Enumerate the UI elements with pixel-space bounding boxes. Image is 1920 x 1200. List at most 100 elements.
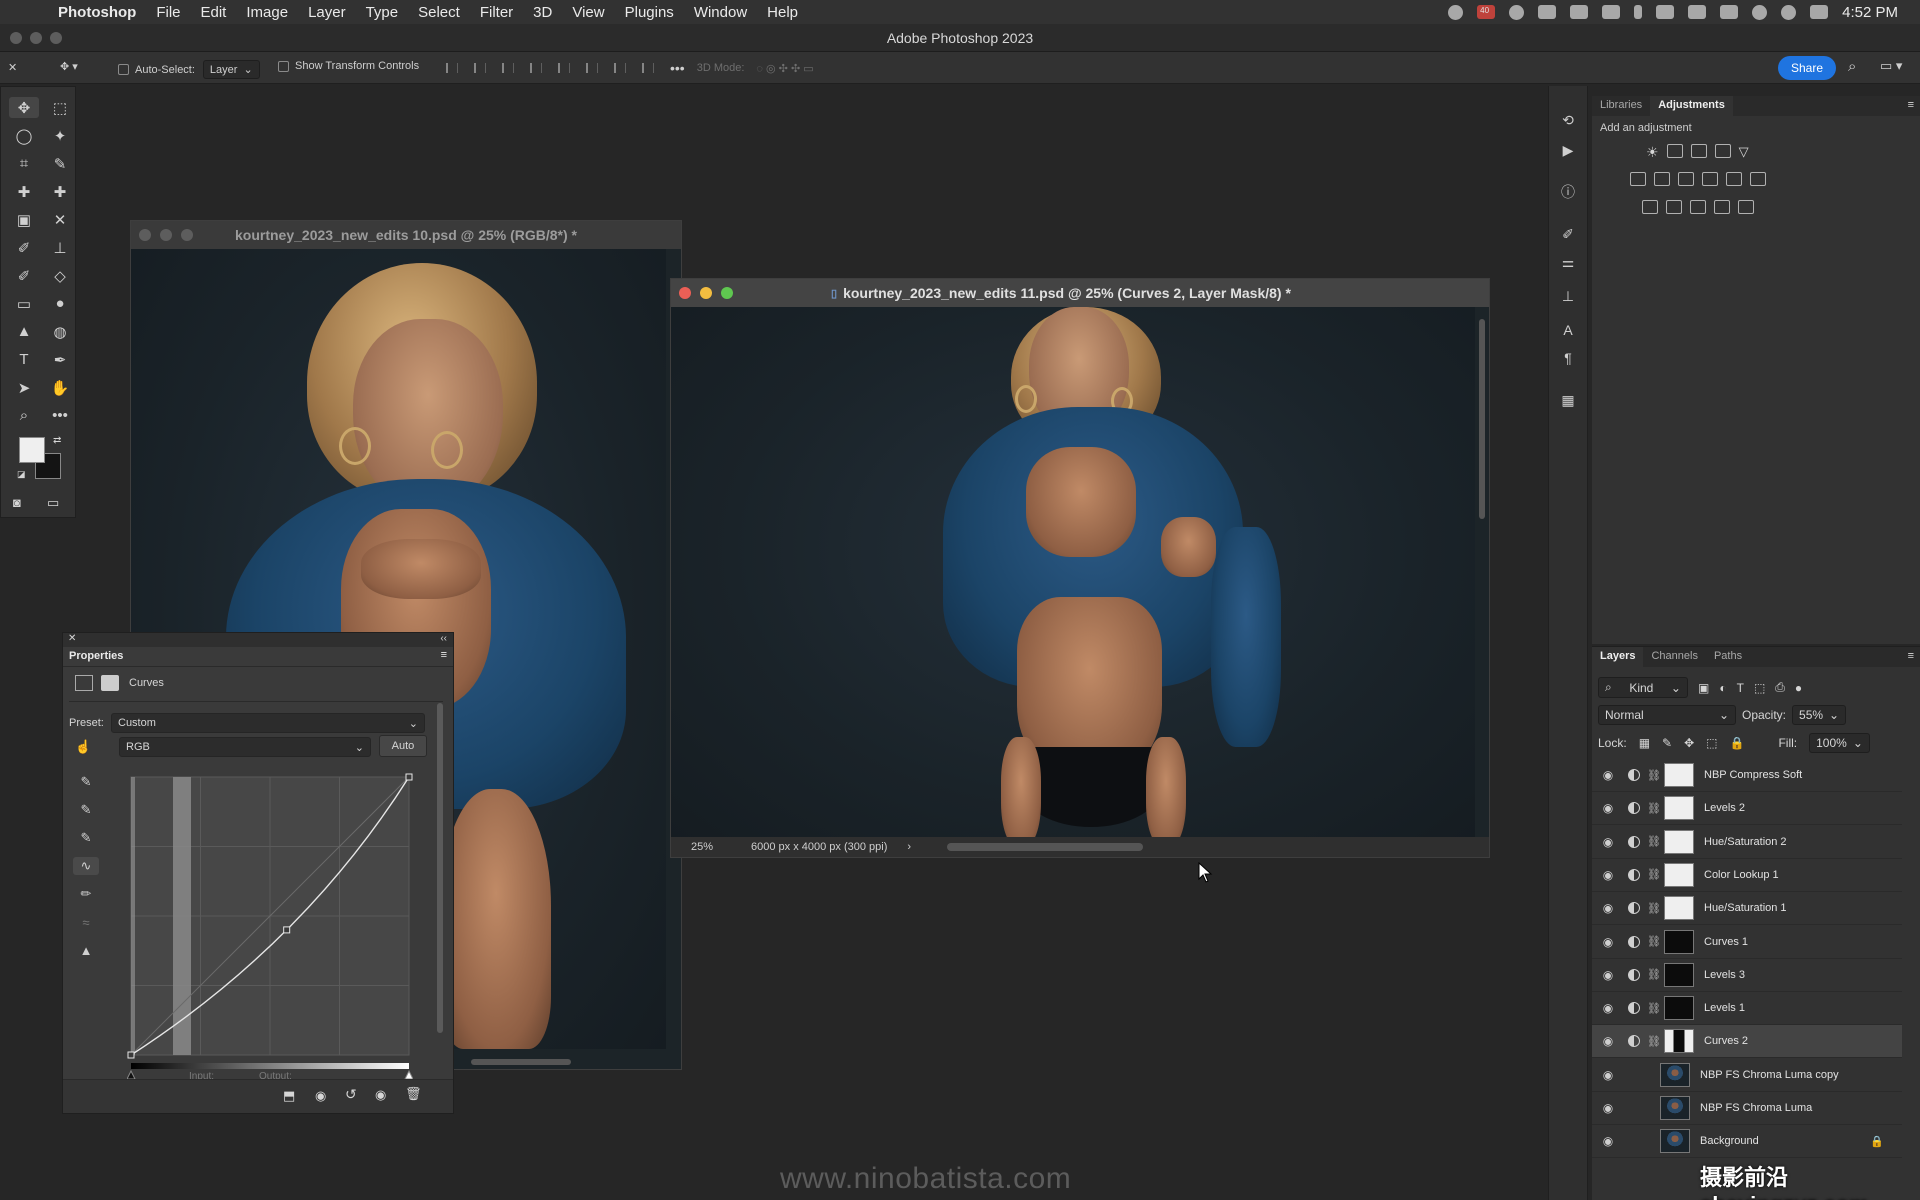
align-top-icon[interactable] <box>558 63 570 73</box>
doc1-close-button[interactable] <box>139 229 151 241</box>
tab-channels[interactable]: Channels <box>1643 647 1705 667</box>
brightness-contrast-icon[interactable]: ☀ <box>1646 144 1659 161</box>
eraser-tool-icon[interactable]: ◇ <box>45 265 75 286</box>
path-select-icon[interactable]: ➤ <box>9 377 39 398</box>
filter-pixel-icon[interactable]: ▣ <box>1698 681 1709 695</box>
visibility-eye-icon[interactable]: ◉ <box>1592 1034 1624 1048</box>
lock-transparent-icon[interactable]: ▦ <box>1639 736 1650 750</box>
pen-tool-icon[interactable]: ✒ <box>45 349 75 370</box>
properties-scrollbar[interactable] <box>437 703 443 1033</box>
filter-smart-object-icon[interactable]: ⎙ <box>1775 680 1785 695</box>
learn-icon[interactable]: ▦ <box>1555 390 1581 410</box>
layer-row[interactable]: ◉ ⛓ NBP Compress Soft <box>1592 759 1902 792</box>
visibility-eye-icon[interactable]: ◉ <box>1592 868 1624 882</box>
view-previous-state-icon[interactable]: ◉ <box>315 1088 326 1104</box>
kind-filter-dropdown[interactable]: ⌕ Kind ⌄ <box>1598 677 1688 698</box>
brush-settings-icon[interactable]: ✐ <box>1555 224 1581 244</box>
clip-to-layer-icon[interactable]: ⬒ <box>283 1088 295 1104</box>
info-icon[interactable]: ⓘ <box>1555 182 1581 202</box>
link-chain-icon[interactable]: ⛓ <box>1644 868 1664 881</box>
link-chain-icon[interactable]: ⛓ <box>1644 1035 1664 1048</box>
black-point-eyedropper-icon[interactable]: ✎ <box>73 773 99 791</box>
layer-name[interactable]: NBP Compress Soft <box>1704 769 1802 781</box>
vibrance-icon[interactable]: ▽ <box>1739 144 1749 161</box>
distribute-icon[interactable] <box>530 63 542 73</box>
layer-row[interactable]: ◉ Background 🔒 <box>1592 1125 1902 1159</box>
gray-point-eyedropper-icon[interactable]: ✎ <box>73 801 99 819</box>
keyboard-icon[interactable] <box>1656 5 1675 19</box>
curves-adjustment-icon[interactable] <box>75 675 93 691</box>
layer-mask-thumbnail[interactable] <box>1664 829 1694 854</box>
frame-tool-icon[interactable]: ▣ <box>9 209 39 230</box>
curves-graph[interactable] <box>127 773 413 1079</box>
link-chain-icon[interactable]: ⛓ <box>1644 1002 1664 1015</box>
content-aware-move-icon[interactable]: ✕ <box>45 209 75 230</box>
actions-play-icon[interactable]: ▶ <box>1555 140 1581 160</box>
preset-dropdown[interactable]: Custom ⌄ <box>111 713 425 733</box>
menu-image[interactable]: Image <box>236 4 298 21</box>
auto-button[interactable]: Auto <box>379 735 427 757</box>
menu-type[interactable]: Type <box>356 4 409 21</box>
menu-3d[interactable]: 3D <box>523 4 562 21</box>
layer-row[interactable]: ◉ ⛓ Curves 2 <box>1592 1025 1902 1059</box>
close-window-button[interactable] <box>10 32 22 44</box>
curve-points-icon[interactable]: ∿ <box>73 857 99 875</box>
align-left-icon[interactable] <box>446 63 458 73</box>
auto-select-checkbox[interactable] <box>118 64 129 75</box>
doc2-zoom-button[interactable] <box>721 287 733 299</box>
panel-menu-icon[interactable]: ≡ <box>1902 96 1920 116</box>
color-balance-icon[interactable] <box>1654 172 1670 186</box>
user-icon[interactable] <box>1752 4 1768 20</box>
move-tool-icon[interactable]: ✥ <box>9 97 39 118</box>
opacity-input[interactable]: 55% ⌄ <box>1792 705 1847 725</box>
document-2-vscrollbar[interactable] <box>1479 319 1485 519</box>
hue-saturation-icon[interactable] <box>1630 172 1646 186</box>
share-button[interactable]: Share <box>1778 56 1836 80</box>
swap-colors-icon[interactable]: ⇄ <box>53 435 61 446</box>
panel-menu-icon[interactable]: ≡ <box>441 649 447 661</box>
menu-window[interactable]: Window <box>684 4 757 21</box>
visibility-eye-icon[interactable]: ◉ <box>1592 768 1624 782</box>
control-center-icon[interactable] <box>1810 5 1829 19</box>
clone-source-icon[interactable]: ⊥ <box>1555 286 1581 306</box>
menu-edit[interactable]: Edit <box>191 4 237 21</box>
auto-select-dropdown[interactable]: Layer ⌄ <box>202 60 260 79</box>
menu-select[interactable]: Select <box>408 4 470 21</box>
foreground-color-swatch[interactable] <box>19 437 45 463</box>
distribute-vertical-icon[interactable] <box>642 63 654 73</box>
document-2-canvas[interactable] <box>671 307 1475 843</box>
move-tool-preset-icon[interactable]: ✥ ▾ <box>60 60 78 73</box>
more-options-icon[interactable]: ••• <box>670 60 685 76</box>
layer-name[interactable]: Hue/Saturation 2 <box>1704 836 1787 848</box>
type-tool-icon[interactable]: T <box>9 349 39 370</box>
link-chain-icon[interactable]: ⛓ <box>1644 769 1664 782</box>
layer-mask-thumbnail[interactable] <box>1664 763 1694 787</box>
posterize-icon[interactable] <box>1666 200 1682 214</box>
zoom-level[interactable]: 25% <box>691 841 741 853</box>
visibility-icon[interactable]: ◉ <box>375 1087 386 1103</box>
layer-row[interactable]: ◉ ⛓ Hue/Saturation 2 <box>1592 826 1902 859</box>
layer-row[interactable]: ◉ ⛓ Color Lookup 1 <box>1592 859 1902 892</box>
close-options-icon[interactable]: ✕ <box>8 61 17 74</box>
zoom-tool-icon[interactable]: ⌕ <box>9 405 39 426</box>
layer-mask-thumbnail[interactable] <box>1664 962 1694 987</box>
filter-shape-icon[interactable]: ⬚ <box>1754 681 1765 695</box>
levels-icon[interactable] <box>1666 144 1683 158</box>
curves-icon[interactable] <box>1690 144 1707 158</box>
marquee-tool-icon[interactable]: ⬚ <box>45 97 75 118</box>
photo-filter-icon[interactable] <box>1702 172 1718 186</box>
record-icon[interactable] <box>1448 4 1464 20</box>
blur-tool-icon[interactable]: ● <box>45 293 75 314</box>
fill-input[interactable]: 100% ⌄ <box>1809 733 1870 753</box>
wifi-icon[interactable] <box>1720 5 1739 19</box>
white-point-eyedropper-icon[interactable]: ✎ <box>73 829 99 847</box>
document-2-title-bar[interactable]: ▯ kourtney_2023_new_edits 11.psd @ 25% (… <box>671 279 1489 307</box>
doc1-minimize-button[interactable] <box>160 229 172 241</box>
menu-help[interactable]: Help <box>757 4 808 21</box>
layer-name[interactable]: Color Lookup 1 <box>1704 869 1779 881</box>
layer-name[interactable]: Hue/Saturation 1 <box>1704 902 1787 914</box>
layer-mask-thumbnail[interactable] <box>1664 796 1694 821</box>
layer-row[interactable]: ◉ ⛓ Levels 2 <box>1592 792 1902 826</box>
doc2-minimize-button[interactable] <box>700 287 712 299</box>
lock-artboard-icon[interactable]: ⬚ <box>1706 736 1717 750</box>
